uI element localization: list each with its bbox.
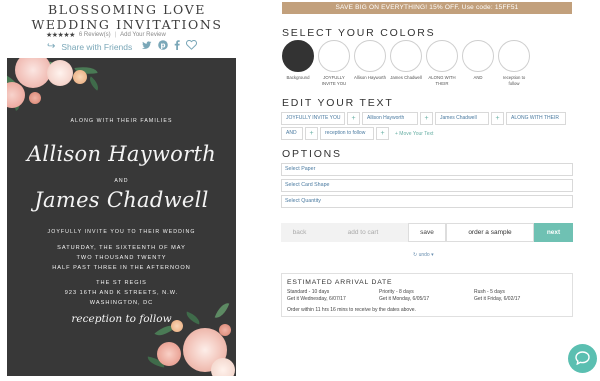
select-card-shape-dropdown[interactable]: Select Card Shape xyxy=(281,179,573,192)
chat-bubble-icon[interactable] xyxy=(568,344,597,373)
color-circle[interactable] xyxy=(498,40,530,72)
color-circle[interactable] xyxy=(426,40,458,72)
color-swatch-along[interactable]: ALONG WITH THEIR xyxy=(426,40,458,86)
heart-icon[interactable] xyxy=(186,39,198,54)
arrival-note: Order within 11 hrs 16 mins to receive b… xyxy=(287,307,416,313)
flower-decoration xyxy=(7,82,25,108)
edit-text-fields: JOYFULLY INVITE YOU + Allison Hayworth +… xyxy=(281,112,573,142)
add-to-cart-button[interactable]: add to cart xyxy=(318,223,408,242)
color-swatch-james[interactable]: James Chadwell xyxy=(390,40,422,86)
select-quantity-dropdown[interactable]: Select Quantity xyxy=(281,195,573,208)
edit-text-title: EDIT YOUR TEXT xyxy=(282,97,394,109)
card-date-line-1: SATURDAY, THE SIXTEENTH OF MAY xyxy=(57,245,186,251)
share-row: ↪ Share with Friends p xyxy=(47,39,198,54)
color-circle[interactable] xyxy=(354,40,386,72)
color-swatch-allison[interactable]: Allison Hayworth xyxy=(354,40,386,86)
move-text-link[interactable]: + Move Your Text xyxy=(395,131,433,137)
card-name-2: James Chadwell xyxy=(34,188,209,212)
rating-row: ★★★★★ 6 Review(s) | Add Your Review xyxy=(46,31,166,39)
text-field-reception[interactable]: reception to follow xyxy=(320,127,374,140)
swatch-label: James Chadwell xyxy=(390,75,422,80)
add-text-button[interactable]: + xyxy=(491,112,504,125)
card-date-line-3: HALF PAST THREE IN THE AFTERNOON xyxy=(52,265,191,271)
arrival-title: ESTIMATED ARRIVAL DATE xyxy=(287,279,393,286)
flower-decoration xyxy=(29,92,41,104)
rush-date: Get it Friday, 6/02/17 xyxy=(474,295,521,302)
swatch-label: Allison Hayworth xyxy=(353,75,386,80)
flower-decoration xyxy=(211,358,235,376)
add-review-link[interactable]: Add Your Review xyxy=(120,32,166,38)
back-button[interactable]: back xyxy=(281,223,318,242)
card-venue-line-1: THE ST REGIS xyxy=(96,280,147,286)
text-field-along[interactable]: ALONG WITH THEIR xyxy=(506,112,566,125)
color-swatch-background[interactable]: Background xyxy=(282,40,314,86)
color-swatch-reception[interactable]: reception to follow xyxy=(498,40,530,86)
add-text-button[interactable]: + xyxy=(376,127,389,140)
card-and: AND xyxy=(114,178,129,184)
flower-decoration xyxy=(157,342,181,366)
twitter-icon[interactable] xyxy=(142,40,152,54)
color-swatch-and[interactable]: AND xyxy=(462,40,494,86)
color-swatches: Background JOYFULLY INVITE YOU Allison H… xyxy=(282,40,530,86)
rating-stars: ★★★★★ xyxy=(46,32,75,39)
facebook-icon[interactable] xyxy=(174,40,180,54)
add-text-button[interactable]: + xyxy=(420,112,433,125)
swatch-label: ALONG WITH THEIR xyxy=(428,75,456,86)
next-button[interactable]: next xyxy=(534,223,573,242)
color-circle[interactable] xyxy=(462,40,494,72)
flower-decoration xyxy=(171,320,183,332)
share-label[interactable]: Share with Friends xyxy=(61,42,132,52)
reviews-link[interactable]: 6 Review(s) xyxy=(79,32,111,38)
flower-decoration xyxy=(219,324,231,336)
add-text-button[interactable]: + xyxy=(305,127,318,140)
svg-text:p: p xyxy=(161,42,166,50)
color-circle[interactable] xyxy=(390,40,422,72)
undo-button[interactable]: ↻ undo ▾ xyxy=(413,252,434,258)
priority-date: Get it Monday, 6/05/17 xyxy=(379,295,430,302)
action-buttons: back add to cart save order a sample nex… xyxy=(281,223,573,242)
invitation-preview: ALONG WITH THEIR FAMILIES Allison Haywor… xyxy=(7,58,236,376)
product-title: BLOSSOMING LOVE WEDDING INVITATIONS xyxy=(31,2,223,32)
add-text-button[interactable]: + xyxy=(347,112,360,125)
standard-date: Get it Wednesday, 6/07/17 xyxy=(287,295,346,302)
color-swatch-joyfully[interactable]: JOYFULLY INVITE YOU xyxy=(318,40,350,86)
edit-text-row: AND + reception to follow + + Move Your … xyxy=(281,127,573,140)
swatch-label: JOYFULLY INVITE YOU xyxy=(321,75,347,86)
edit-text-row: JOYFULLY INVITE YOU + Allison Hayworth +… xyxy=(281,112,573,125)
swatch-label: AND xyxy=(473,75,483,80)
options-title: OPTIONS xyxy=(282,148,342,160)
flower-decoration xyxy=(73,70,87,84)
card-name-1: Allison Hayworth xyxy=(26,142,217,166)
card-date-line-2: TWO THOUSAND TWENTY xyxy=(76,255,167,261)
standard-shipping: Standard - 10 days Get it Wednesday, 6/0… xyxy=(287,289,346,302)
arrival-estimate-box: ESTIMATED ARRIVAL DATE Standard - 10 day… xyxy=(281,273,573,317)
swatch-label: Background xyxy=(286,75,310,80)
order-sample-button[interactable]: order a sample xyxy=(446,223,534,242)
promo-banner[interactable]: SAVE BIG ON EVERYTHING! 15% OFF. Use cod… xyxy=(282,2,572,14)
select-paper-dropdown[interactable]: Select Paper xyxy=(281,163,573,176)
save-button[interactable]: save xyxy=(408,223,446,242)
card-top-line: ALONG WITH THEIR FAMILIES xyxy=(70,118,173,124)
text-field-joyfully[interactable]: JOYFULLY INVITE YOU xyxy=(281,112,345,125)
card-venue-line-3: WASHINGTON, DC xyxy=(89,300,154,306)
text-field-james[interactable]: James Chadwell xyxy=(435,112,489,125)
share-icon[interactable]: ↪ xyxy=(47,41,55,53)
card-venue-line-2: 923 16TH AND K STREETS, N.W. xyxy=(64,290,179,296)
rush-shipping: Rush - 5 days Get it Friday, 6/02/17 xyxy=(474,289,520,302)
pinterest-icon[interactable]: p xyxy=(158,40,169,54)
swatch-label: reception to follow xyxy=(502,75,526,86)
flower-decoration xyxy=(47,60,73,86)
card-reception: reception to follow xyxy=(71,313,172,325)
rating-separator: | xyxy=(114,32,117,38)
leaf-decoration xyxy=(86,76,102,91)
priority-shipping: Priority - 8 days Get it Monday, 6/05/17 xyxy=(379,289,429,302)
color-circle[interactable] xyxy=(318,40,350,72)
text-field-allison[interactable]: Allison Hayworth xyxy=(362,112,418,125)
select-colors-title: SELECT YOUR COLORS xyxy=(282,27,436,39)
text-field-and[interactable]: AND xyxy=(281,127,303,140)
color-circle[interactable] xyxy=(282,40,314,72)
card-invite-line: JOYFULLY INVITE YOU TO THEIR WEDDING xyxy=(47,229,196,235)
flower-decoration xyxy=(15,58,51,88)
